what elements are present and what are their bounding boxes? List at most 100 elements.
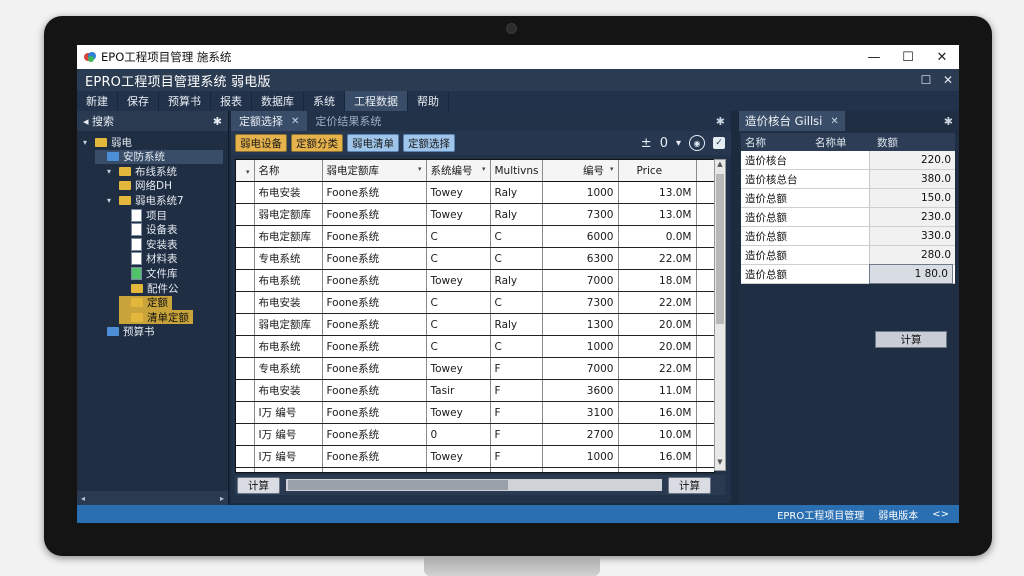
- table-cell[interactable]: Foone系统: [322, 335, 427, 358]
- table-cell[interactable]: 布电系统: [254, 269, 323, 292]
- table-cell[interactable]: Foone系统: [322, 181, 427, 204]
- table-cell[interactable]: Tasir: [426, 379, 491, 402]
- table-row[interactable]: Ⅰ万 编号 Foone系统 Towey F 1000 16.0M: [236, 445, 714, 468]
- chevron-down-icon[interactable]: ▾: [676, 138, 681, 149]
- menu-item-project-data[interactable]: 工程数据: [345, 91, 408, 111]
- column-header-quota-lib[interactable]: 弱电定额库 ▾: [322, 160, 427, 182]
- table-cell[interactable]: C: [426, 335, 491, 358]
- table-cell[interactable]: Foone系统: [322, 291, 427, 314]
- table-cell[interactable]: Foone系统: [322, 467, 427, 472]
- table-cell[interactable]: 5.0M: [618, 467, 697, 472]
- calculate-button-right[interactable]: 计算: [668, 476, 711, 494]
- cost-row[interactable]: 造价总额 230.0: [741, 208, 955, 227]
- table-cell[interactable]: Towey: [426, 203, 491, 226]
- expand-arrow-icon[interactable]: ▾: [107, 196, 115, 205]
- cost-calculate-button[interactable]: 计算: [875, 331, 947, 348]
- table-row[interactable]: 弱电定额库 Foone系统 Towey Raly 7300 13.0M: [236, 203, 714, 226]
- table-cell[interactable]: Raly: [490, 181, 543, 204]
- table-cell[interactable]: 1000: [542, 445, 619, 468]
- table-cell[interactable]: 0: [426, 423, 491, 446]
- table-cell[interactable]: 6300: [542, 247, 619, 270]
- table-cell[interactable]: 7000: [542, 269, 619, 292]
- table-cell[interactable]: 20.0M: [618, 335, 697, 358]
- table-cell[interactable]: Towey: [426, 357, 491, 380]
- table-cell[interactable]: 布电安装: [254, 181, 323, 204]
- tab-pricing-result[interactable]: 定价结果系统: [307, 111, 389, 131]
- table-cell[interactable]: 3600: [542, 379, 619, 402]
- tree-node[interactable]: 安装表: [119, 237, 178, 251]
- tree-node[interactable]: 项目: [119, 208, 167, 222]
- table-cell[interactable]: 2700: [542, 423, 619, 446]
- scroll-left-icon[interactable]: ◂: [81, 494, 85, 503]
- table-cell[interactable]: C: [426, 291, 491, 314]
- table-cell[interactable]: 布电系统: [254, 335, 323, 358]
- quota-category-button[interactable]: 定额分类: [291, 134, 343, 152]
- tree-node[interactable]: 配件公: [119, 281, 179, 295]
- table-cell[interactable]: Towey: [426, 445, 491, 468]
- table-cell[interactable]: Foone系统: [322, 379, 427, 402]
- table-cell[interactable]: F: [490, 379, 543, 402]
- tree-node[interactable]: 预算书: [95, 325, 155, 339]
- tree-node[interactable]: 材料表: [119, 252, 178, 266]
- menu-item-save[interactable]: 保存: [118, 91, 159, 111]
- check-icon[interactable]: ✓: [713, 137, 725, 149]
- pin-icon[interactable]: ✱: [213, 115, 222, 128]
- table-cell[interactable]: 布电安装: [254, 291, 323, 314]
- tree-node[interactable]: 网络DH: [107, 179, 172, 193]
- zero-icon[interactable]: 0: [660, 136, 668, 151]
- table-cell[interactable]: F: [490, 423, 543, 446]
- table-cell[interactable]: Foone系统: [322, 445, 427, 468]
- table-cell[interactable]: 16.0M: [618, 445, 697, 468]
- tree-hscrollbar[interactable]: ◂ ▸: [77, 491, 228, 505]
- table-cell[interactable]: Raly: [490, 269, 543, 292]
- table-row[interactable]: 布电系统 Foone系统 C C 1000 20.0M: [236, 335, 714, 358]
- table-cell[interactable]: C: [490, 335, 543, 358]
- close-button[interactable]: ✕: [925, 50, 959, 65]
- table-cell[interactable]: F: [490, 445, 543, 468]
- table-cell[interactable]: Foone系统: [322, 225, 427, 248]
- tree-node[interactable]: 定额: [119, 295, 172, 310]
- table-cell[interactable]: Raly: [490, 313, 543, 336]
- column-header-price[interactable]: Price: [618, 160, 697, 182]
- column-header-multivns[interactable]: Multivns: [490, 160, 543, 182]
- quota-select-button[interactable]: 定额选择: [403, 134, 455, 152]
- expand-arrow-icon[interactable]: ▾: [83, 138, 91, 147]
- table-cell[interactable]: Foone系统: [322, 401, 427, 424]
- table-cell[interactable]: Foone系统: [322, 357, 427, 380]
- tree-node[interactable]: ▾ 弱电: [83, 135, 132, 149]
- table-cell[interactable]: 22.0M: [618, 247, 697, 270]
- tab-quota-select[interactable]: 定额选择 ✕: [231, 111, 308, 131]
- weak-current-device-button[interactable]: 弱电设备: [235, 134, 287, 152]
- minimize-button[interactable]: —: [857, 50, 891, 65]
- table-cell[interactable]: 0.0M: [618, 225, 697, 248]
- tree-node[interactable]: 清单定额: [119, 310, 193, 325]
- expand-arrow-icon[interactable]: ▾: [107, 167, 115, 176]
- calculate-button[interactable]: 计算: [237, 476, 280, 494]
- cost-row[interactable]: 造价核总台 380.0: [741, 170, 955, 189]
- menu-item-system[interactable]: 系统: [304, 91, 345, 111]
- cost-row[interactable]: 造价总额 150.0: [741, 189, 955, 208]
- table-cell[interactable]: Foone系统: [322, 247, 427, 270]
- table-row[interactable]: 布电系统 Foone系统 Towey Raly 7000 18.0M: [236, 269, 714, 292]
- table-cell[interactable]: 7300: [542, 203, 619, 226]
- scroll-right-icon[interactable]: ▸: [220, 494, 224, 503]
- hscroll-thumb[interactable]: [288, 480, 508, 490]
- cost-row[interactable]: 造价总额 1 80.0: [741, 264, 955, 284]
- table-row[interactable]: 布电安装 Foone系统 C C 7300 22.0M: [236, 291, 714, 314]
- table-cell[interactable]: C: [426, 247, 491, 270]
- table-cell[interactable]: Ⅰ万 编号: [254, 445, 323, 468]
- tree-node[interactable]: 文件库: [119, 266, 178, 280]
- table-cell[interactable]: 20.0M: [618, 313, 697, 336]
- cost-row[interactable]: 造价总额 330.0: [741, 227, 955, 246]
- scroll-up-icon[interactable]: ▲: [715, 160, 725, 172]
- table-cell[interactable]: 6000: [542, 225, 619, 248]
- table-cell[interactable]: 布电安装: [254, 379, 323, 402]
- table-cell[interactable]: F: [490, 401, 543, 424]
- menu-item-new[interactable]: 新建: [77, 91, 118, 111]
- plus-minus-icon[interactable]: ±: [641, 136, 652, 151]
- table-row[interactable]: Ⅰ万 编号 Foone系统 0 F 2700 10.0M: [236, 423, 714, 446]
- pin-icon[interactable]: ✱: [716, 111, 731, 131]
- table-cell[interactable]: 13.0M: [618, 181, 697, 204]
- tree-panel-title[interactable]: ◂ 搜索: [83, 113, 114, 129]
- close-icon[interactable]: ✕: [291, 116, 299, 127]
